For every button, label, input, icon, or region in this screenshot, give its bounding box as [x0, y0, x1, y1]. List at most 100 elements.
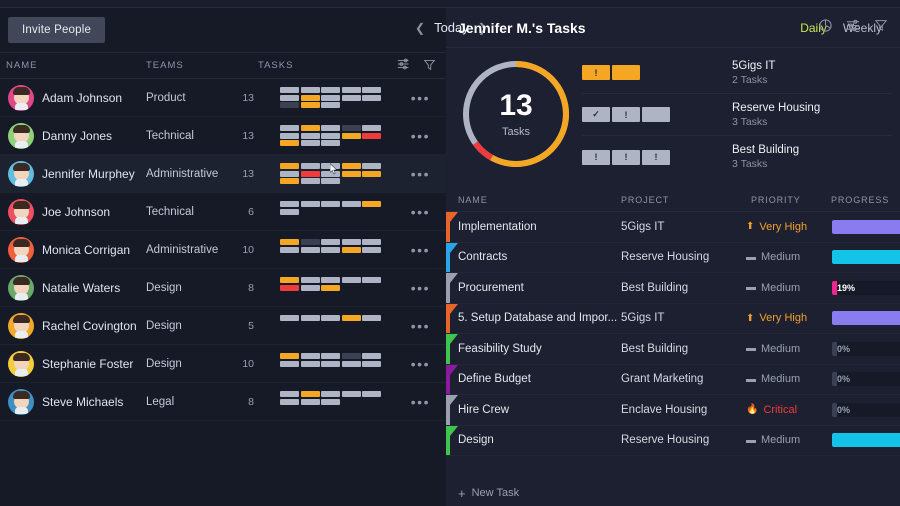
task-grid [280, 315, 382, 336]
row-menu-button[interactable]: ••• [411, 394, 430, 410]
row-menu-button[interactable]: ••• [411, 280, 430, 296]
task-cell [321, 102, 340, 108]
table-row[interactable]: Danny Jones Technical 13 ••• [0, 117, 446, 155]
table-row[interactable]: Define Budget Grant Marketing ▬ Medium 0% [446, 364, 900, 395]
column-header-task-progress: PROGRESS [831, 194, 890, 205]
task-cell [362, 330, 381, 336]
task-cell [321, 398, 340, 405]
task-cell [280, 102, 299, 108]
sliders-icon[interactable] [846, 18, 861, 38]
task-cell [300, 178, 320, 184]
task-cell [362, 277, 381, 283]
task-cell [362, 246, 381, 253]
row-menu-button[interactable]: ••• [411, 242, 430, 258]
row-menu-button[interactable]: ••• [411, 356, 430, 372]
task-cell [280, 360, 299, 367]
table-row[interactable]: Feasibility Study Best Building ▬ Medium 0% [446, 334, 900, 365]
project-task-chip: ! [582, 149, 610, 165]
table-row[interactable]: Steve Michaels Legal 8 ••• [0, 383, 446, 421]
task-cell [321, 140, 340, 146]
row-accent-bar [446, 242, 458, 272]
task-cell [341, 132, 361, 139]
pie-chart-icon[interactable] [818, 18, 833, 38]
task-cell [362, 406, 381, 412]
project-summary-list: ! 5Gigs IT 2 Tasks ✓! Reserve Housing 3 Tasks… [582, 52, 892, 178]
table-row[interactable]: Design Reserve Housing ▬ Medium [446, 425, 900, 456]
row-menu-button[interactable]: ••• [411, 166, 430, 182]
row-menu-button[interactable]: ••• [411, 204, 430, 220]
avatar [8, 198, 34, 225]
table-row[interactable]: Contracts Reserve Housing ▬ Medium [446, 242, 900, 273]
new-task-label: New Task [471, 487, 520, 499]
task-summary: 13 Tasks ! 5Gigs IT 2 Tasks ✓! Reserve Housi… [446, 48, 900, 188]
filter-icon[interactable] [874, 18, 888, 37]
priority-label: Medium [761, 373, 801, 386]
top-strip [0, 0, 900, 8]
person-name: Jennifer Murphey [42, 166, 135, 181]
task-cell [280, 330, 299, 336]
project-summary-item[interactable]: !!! Best Building 3 Tasks [582, 136, 892, 178]
project-summary-item[interactable]: ✓! Reserve Housing 3 Tasks [582, 94, 892, 136]
table-row[interactable]: Stephanie Foster Design 10 ••• [0, 345, 446, 383]
person-team: Legal [146, 395, 175, 408]
table-row[interactable]: Monica Corrigan Administrative 10 ••• [0, 231, 446, 269]
row-accent-bar [446, 395, 458, 425]
task-cell [321, 87, 340, 93]
task-cell [280, 323, 299, 329]
plus-icon: + [458, 485, 466, 501]
chevron-left-icon[interactable]: ❮ [415, 21, 425, 35]
task-cell [280, 277, 299, 283]
task-cell [301, 254, 320, 260]
task-cell [342, 406, 361, 412]
row-menu-button[interactable]: ••• [411, 128, 430, 144]
task-cell [280, 292, 299, 298]
people-list: Adam Johnson Product 13 ••• Danny Jones Techn… [0, 79, 446, 421]
table-row[interactable]: Adam Johnson Product 13 ••• [0, 79, 446, 117]
table-row[interactable]: Implementation 5Gigs IT ⬆ Very High [446, 212, 900, 243]
row-accent-bar [446, 303, 458, 333]
task-cell [280, 391, 299, 397]
task-cell [362, 254, 381, 260]
progress-bar: 0% [832, 372, 900, 387]
task-cell [280, 140, 299, 146]
task-project: 5Gigs IT [621, 220, 665, 233]
column-header-task-project: PROJECT [621, 194, 670, 205]
project-summary-item[interactable]: ! 5Gigs IT 2 Tasks [582, 52, 892, 94]
task-cell [321, 246, 340, 253]
task-cell [321, 178, 340, 184]
task-grid [280, 353, 382, 374]
task-cell [300, 284, 320, 291]
invite-people-button[interactable]: Invite People [8, 17, 106, 43]
task-table-header: NAME PROJECT PRIORITY PROGRESS [446, 188, 900, 212]
task-cell [301, 368, 320, 374]
sliders-icon[interactable] [397, 57, 411, 74]
task-cell [362, 323, 381, 329]
column-header-task-priority: PRIORITY [751, 194, 801, 205]
table-row[interactable]: Jennifer Murphey Administrative 13 ••• [0, 155, 446, 193]
table-row[interactable]: Natalie Waters Design 8 ••• [0, 269, 446, 307]
table-row[interactable]: Rachel Covington Design 5 ••• [0, 307, 446, 345]
task-cell [342, 209, 361, 215]
project-chip-group: !!! [582, 149, 670, 165]
new-task-row[interactable]: + New Task [446, 480, 900, 506]
avatar [8, 84, 34, 111]
priority-label: Very High [759, 312, 808, 325]
row-accent-bar [446, 212, 458, 242]
project-task-chip: ✓ [582, 107, 610, 122]
row-menu-button[interactable]: ••• [411, 90, 430, 106]
table-row[interactable]: 5. Setup Database and Impor... 5Gigs IT ⬆ V… [446, 303, 900, 334]
person-name: Steve Michaels [42, 394, 124, 409]
task-cell [342, 285, 361, 291]
task-grid [280, 125, 382, 146]
filter-icon[interactable] [423, 58, 436, 74]
task-cell [300, 277, 320, 283]
table-row[interactable]: Joe Johnson Technical 6 ••• [0, 193, 446, 231]
person-task-count: 13 [242, 129, 254, 142]
table-row[interactable]: Procurement Best Building ▬ Medium 19% [446, 273, 900, 304]
table-row[interactable]: Hire Crew Enclave Housing 🔥 Critical 0% [446, 395, 900, 426]
tasks-donut-chart: 13 Tasks [456, 54, 576, 174]
project-task-count: 2 Tasks [732, 73, 768, 86]
task-cell [362, 315, 381, 321]
progress-value: 0% [837, 341, 900, 356]
row-menu-button[interactable]: ••• [411, 318, 430, 334]
